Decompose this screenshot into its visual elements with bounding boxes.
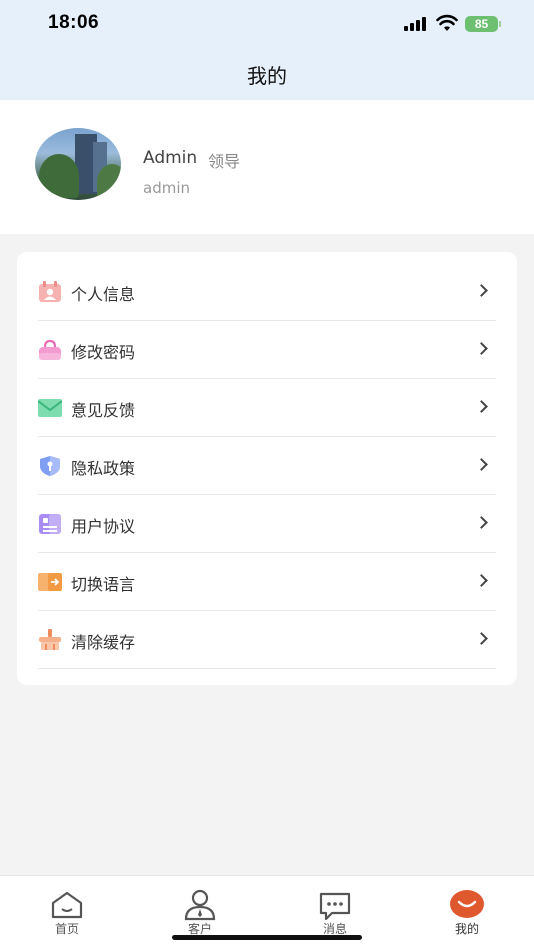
tab-customers[interactable]: 客户 bbox=[160, 876, 240, 936]
user-role: 领导 bbox=[208, 152, 241, 171]
chevron-right-icon bbox=[475, 342, 488, 355]
tab-home[interactable]: 首页 bbox=[27, 876, 107, 936]
menu-item-change-password[interactable]: 修改密码 bbox=[38, 321, 496, 379]
broom-icon bbox=[39, 629, 61, 650]
battery-icon: 85 bbox=[465, 16, 498, 32]
tab-messages[interactable]: 消息 bbox=[295, 876, 375, 936]
menu-item-clear-cache[interactable]: 清除缓存 bbox=[38, 611, 496, 669]
status-time: 18:06 bbox=[48, 12, 100, 33]
chevron-right-icon bbox=[475, 632, 488, 645]
lock-bag-icon bbox=[39, 339, 61, 360]
profile-card[interactable]: Admin 领导 admin bbox=[0, 100, 534, 234]
menu-label: 切换语言 bbox=[71, 575, 136, 594]
menu-item-privacy-policy[interactable]: 隐私政策 bbox=[38, 437, 496, 495]
chevron-right-icon bbox=[475, 458, 488, 471]
menu-item-user-agreement[interactable]: 用户协议 bbox=[38, 495, 496, 553]
chevron-right-icon bbox=[475, 574, 488, 587]
cellular-signal-icon bbox=[404, 17, 430, 31]
menu-item-feedback[interactable]: 意见反馈 bbox=[38, 379, 496, 437]
menu-item-switch-language[interactable]: 切换语言 bbox=[38, 553, 496, 611]
chevron-right-icon bbox=[475, 400, 488, 413]
shield-icon bbox=[40, 456, 60, 476]
battery-tip bbox=[499, 21, 501, 27]
message-icon bbox=[319, 892, 351, 921]
user-account: admin bbox=[143, 179, 190, 197]
menu-label: 修改密码 bbox=[71, 343, 136, 362]
mail-icon bbox=[38, 399, 62, 417]
user-icon bbox=[184, 889, 216, 921]
chevron-right-icon bbox=[475, 516, 488, 529]
smile-face-icon bbox=[450, 890, 484, 918]
settings-menu: 个人信息 修改密码 意见反馈 隐私政策 用户协议 切换语言 清除缓存 bbox=[17, 252, 517, 685]
user-name: Admin bbox=[143, 148, 198, 168]
header: 18:06 85 我的 bbox=[0, 0, 534, 100]
switch-icon bbox=[38, 573, 62, 591]
tab-label: 首页 bbox=[54, 922, 79, 936]
home-icon bbox=[51, 891, 83, 919]
tab-mine[interactable]: 我的 bbox=[427, 876, 507, 936]
home-indicator bbox=[172, 935, 362, 940]
menu-label: 清除缓存 bbox=[71, 633, 136, 652]
menu-label: 隐私政策 bbox=[71, 459, 136, 478]
chevron-right-icon bbox=[475, 284, 488, 297]
status-bar: 18:06 85 bbox=[0, 0, 534, 50]
menu-label: 用户协议 bbox=[71, 517, 136, 536]
menu-label: 意见反馈 bbox=[71, 401, 136, 420]
profile-card-icon bbox=[39, 281, 61, 302]
menu-label: 个人信息 bbox=[71, 285, 136, 304]
document-icon bbox=[39, 514, 61, 534]
page-title: 我的 bbox=[247, 64, 287, 88]
avatar[interactable] bbox=[35, 128, 121, 200]
tab-label: 我的 bbox=[454, 922, 479, 936]
menu-item-personal-info[interactable]: 个人信息 bbox=[38, 263, 496, 321]
wifi-icon bbox=[436, 14, 458, 31]
